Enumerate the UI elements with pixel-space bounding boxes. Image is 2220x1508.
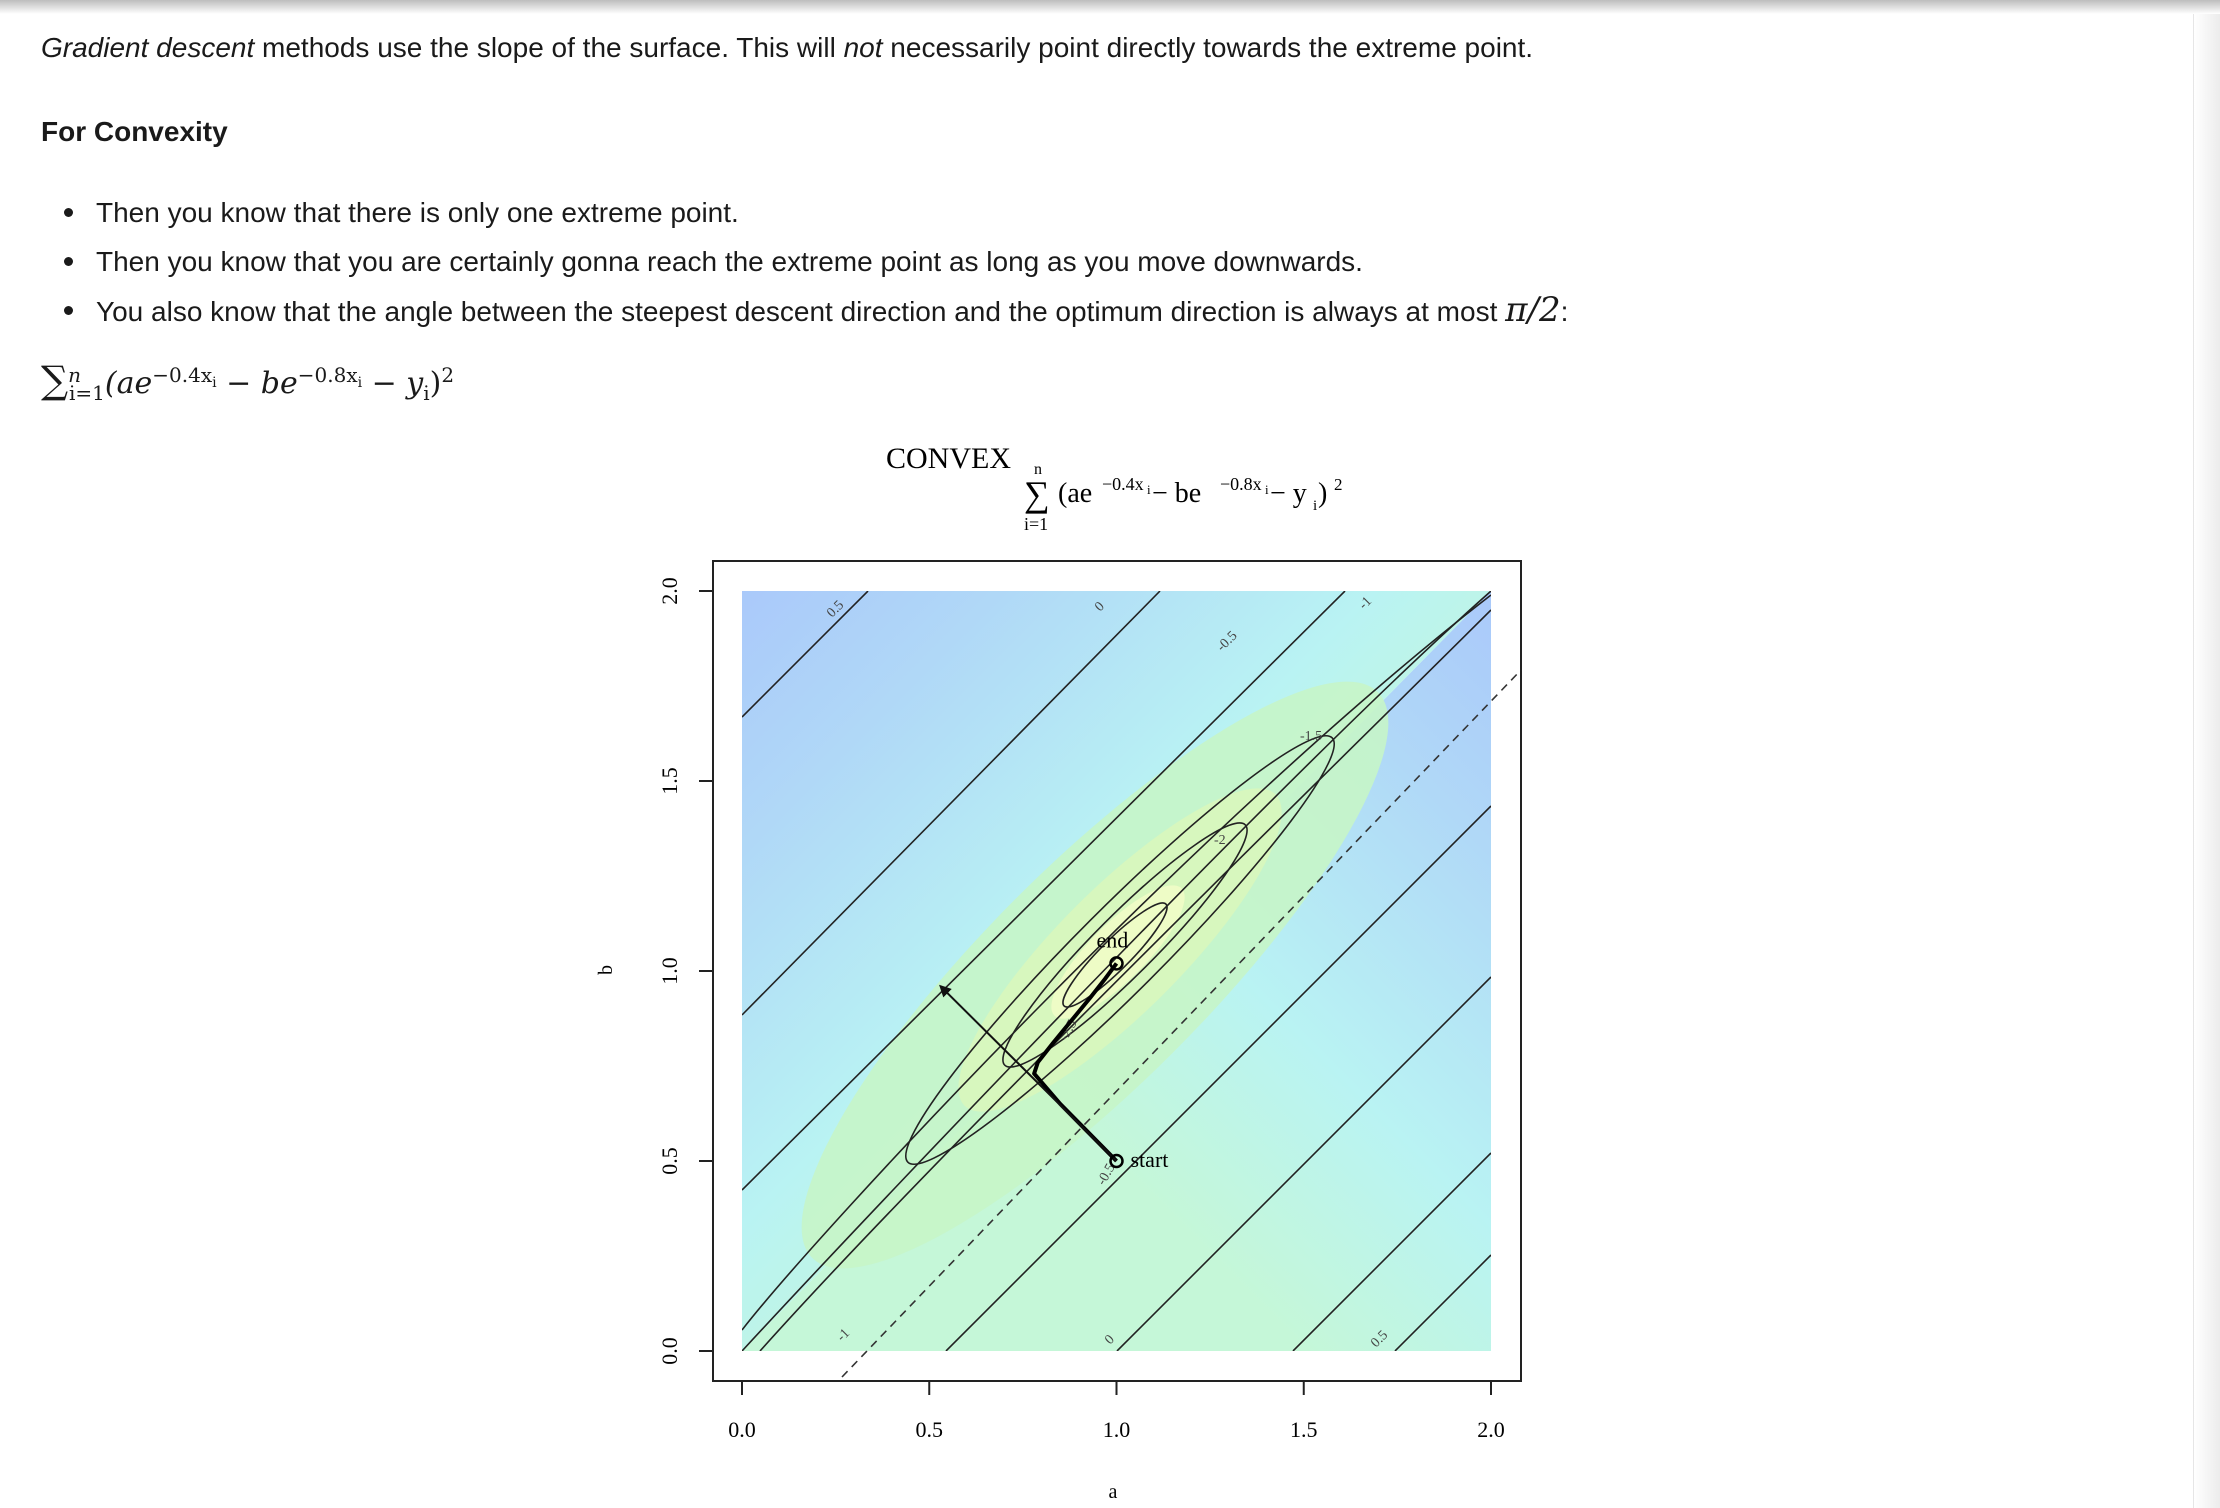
subtitle-close: ) <box>1318 478 1327 509</box>
x-axis: 0.0 0.5 1.0 1.5 2.0 <box>728 1381 1505 1442</box>
x-tick-label: 0.5 <box>916 1417 944 1442</box>
y-tick-label: 0.5 <box>657 1147 682 1175</box>
subtitle-exp1: −0.4x <box>1102 474 1144 494</box>
x-tick-label: 1.5 <box>1290 1417 1318 1442</box>
x-axis-label: a <box>1109 1481 1118 1503</box>
subtitle-tail: − y <box>1270 478 1307 509</box>
y-tick-label: 2.0 <box>657 577 682 605</box>
subtitle-sum: ∑ <box>1024 474 1050 514</box>
convex-contour-chart: CONVEX n ∑ i=1 (ae −0.4x i − be −0.8x i … <box>595 442 1522 1503</box>
end-label: end <box>1097 927 1129 952</box>
subtitle-square: 2 <box>1334 475 1343 494</box>
start-label: start <box>1131 1147 1169 1172</box>
x-tick-label: 0.0 <box>728 1417 756 1442</box>
chart-subtitle-formula: n ∑ i=1 (ae −0.4x i − be −0.8x i − y i )… <box>1024 461 1343 534</box>
subtitle-exp2: −0.8x <box>1220 474 1262 494</box>
contour-label: -1.5 <box>1300 729 1322 744</box>
x-tick-label: 1.0 <box>1103 1417 1131 1442</box>
subtitle-mid: − be <box>1152 478 1201 509</box>
y-tick-label: 1.0 <box>657 957 682 985</box>
y-axis: 0.0 0.5 1.0 1.5 2.0 <box>657 577 713 1365</box>
chart-title: CONVEX <box>886 442 1011 475</box>
y-tick-label: 0.0 <box>657 1337 682 1365</box>
contour-label: -2 <box>1214 833 1226 848</box>
subtitle-exp1-sub: i <box>1147 482 1151 497</box>
subtitle-exp2-sub: i <box>1265 482 1269 497</box>
y-tick-label: 1.5 <box>657 767 682 795</box>
subtitle-open: (ae <box>1058 478 1092 509</box>
subtitle-sum-bottom: i=1 <box>1024 514 1048 534</box>
y-axis-label: b <box>595 965 617 975</box>
subtitle-tail-sub: i <box>1313 498 1317 514</box>
x-tick-label: 2.0 <box>1477 1417 1505 1442</box>
